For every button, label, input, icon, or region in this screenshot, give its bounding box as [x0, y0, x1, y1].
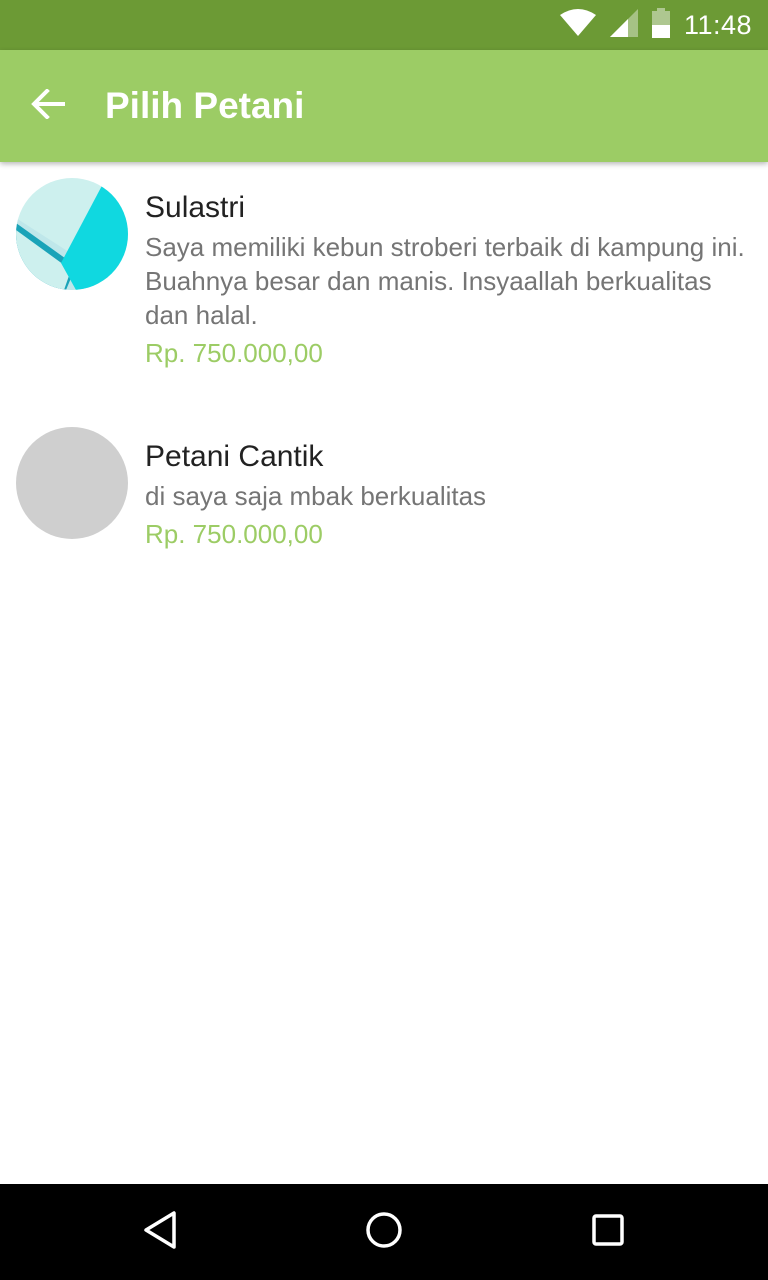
list-item[interactable]: Sulastri Saya memiliki kebun stroberi te… — [0, 162, 768, 411]
farmer-name: Sulastri — [145, 191, 246, 224]
battery-icon — [651, 7, 670, 43]
page-title: Pilih Petani — [105, 85, 305, 126]
recents-square-icon — [590, 1212, 626, 1253]
status-bar: 11:48 — [0, 0, 768, 50]
screen: 11:48 Pilih Petani Sulastri Saya memilik… — [0, 0, 768, 1280]
nav-home-button[interactable] — [360, 1208, 408, 1256]
farmer-name: Petani Cantik — [145, 440, 324, 473]
nav-back-button[interactable] — [136, 1208, 184, 1256]
nav-recents-button[interactable] — [584, 1208, 632, 1256]
farmer-list: Sulastri Saya memiliki kebun stroberi te… — [0, 162, 768, 571]
app-bar: Pilih Petani — [0, 50, 768, 162]
navigation-bar — [0, 1184, 768, 1280]
farmer-price: Rp. 750.000,00 — [145, 338, 323, 368]
list-item[interactable]: Petani Cantik di saya saja mbak berkuali… — [0, 411, 768, 571]
signal-icon — [609, 8, 638, 42]
arrow-back-icon — [31, 87, 65, 124]
status-icons: 11:48 — [559, 0, 752, 50]
avatar — [16, 427, 128, 539]
farmer-price: Rp. 750.000,00 — [145, 519, 323, 549]
back-button[interactable] — [24, 82, 72, 130]
status-time: 11:48 — [683, 9, 752, 40]
avatar — [16, 178, 128, 290]
farmer-description: di saya saja mbak berkualitas — [145, 481, 487, 511]
home-circle-icon — [364, 1210, 404, 1255]
wifi-icon — [559, 8, 596, 42]
farmer-description: Saya memiliki kebun stroberi terbaik di … — [145, 232, 745, 330]
back-triangle-icon — [142, 1210, 178, 1255]
